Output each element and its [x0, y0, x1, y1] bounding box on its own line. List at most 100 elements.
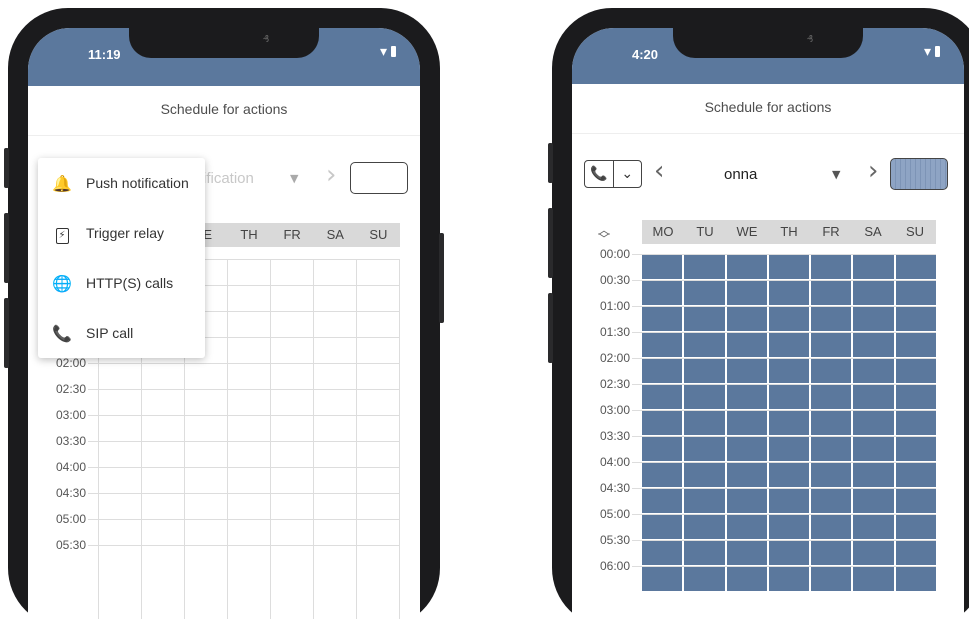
schedule-cell[interactable] [853, 385, 894, 409]
schedule-cell[interactable] [726, 333, 767, 357]
schedule-cell[interactable] [811, 307, 852, 331]
schedule-cell[interactable] [726, 359, 767, 383]
schedule-cell[interactable] [642, 463, 683, 487]
schedule-cell[interactable] [768, 437, 810, 461]
schedule-cell[interactable] [684, 541, 725, 565]
schedule-cell[interactable] [853, 281, 894, 305]
schedule-cell[interactable] [895, 359, 936, 383]
schedule-cell[interactable] [895, 385, 936, 409]
schedule-cell[interactable] [684, 411, 725, 435]
schedule-cell[interactable] [811, 437, 852, 461]
schedule-cell[interactable] [768, 411, 810, 435]
schedule-cell[interactable] [642, 541, 683, 565]
schedule-cell[interactable] [642, 567, 683, 591]
schedule-cell[interactable] [768, 541, 810, 565]
prev-chevron-icon[interactable]: ‹ [654, 156, 664, 186]
schedule-cell[interactable] [811, 281, 852, 305]
schedule-cell[interactable] [642, 489, 683, 513]
schedule-cell[interactable] [811, 541, 852, 565]
schedule-cell[interactable] [895, 411, 936, 435]
schedule-cell[interactable] [726, 515, 767, 539]
schedule-cell[interactable] [642, 359, 683, 383]
schedule-cell[interactable] [642, 281, 683, 305]
schedule-cell[interactable] [726, 463, 767, 487]
schedule-cell[interactable] [811, 359, 852, 383]
schedule-cell[interactable] [768, 385, 810, 409]
schedule-cell[interactable] [768, 281, 810, 305]
schedule-cell[interactable] [768, 463, 810, 487]
schedule-cell[interactable] [895, 515, 936, 539]
menu-item-trigger-relay[interactable]: ⚡ Trigger relay [38, 208, 205, 258]
schedule-cell[interactable] [768, 567, 810, 591]
schedule-cell[interactable] [684, 489, 725, 513]
schedule-cell[interactable] [726, 567, 767, 591]
schedule-cell[interactable] [853, 255, 894, 279]
schedule-cell[interactable] [811, 567, 852, 591]
schedule-cell[interactable] [811, 385, 852, 409]
schedule-cell[interactable] [768, 307, 810, 331]
schedule-cell[interactable] [895, 255, 936, 279]
menu-item-sip-call[interactable]: 📞 SIP call [38, 308, 205, 358]
schedule-cell[interactable] [684, 281, 725, 305]
config-select-text[interactable]: ification [203, 170, 254, 187]
schedule-cell[interactable] [726, 255, 767, 279]
schedule-cell[interactable] [684, 463, 725, 487]
config-select-text[interactable]: onna [724, 166, 757, 183]
schedule-cell[interactable] [726, 489, 767, 513]
schedule-cell[interactable] [684, 359, 725, 383]
schedule-cell[interactable] [768, 255, 810, 279]
schedule-cell[interactable] [768, 359, 810, 383]
schedule-cell[interactable] [684, 385, 725, 409]
schedule-cell[interactable] [726, 437, 767, 461]
schedule-cell[interactable] [895, 489, 936, 513]
schedule-cell[interactable] [811, 255, 852, 279]
schedule-cell[interactable] [853, 437, 894, 461]
schedule-cell[interactable] [684, 567, 725, 591]
schedule-cell[interactable] [853, 411, 894, 435]
action-type-button[interactable]: 📞 ⌄ [584, 160, 642, 188]
schedule-cell[interactable] [642, 307, 683, 331]
schedule-cell[interactable] [642, 515, 683, 539]
schedule-cell[interactable] [853, 359, 894, 383]
schedule-cell[interactable] [853, 333, 894, 357]
schedule-cell[interactable] [811, 489, 852, 513]
schedule-cell[interactable] [684, 255, 725, 279]
menu-item-http-calls[interactable]: 🌐 HTTP(S) calls [38, 258, 205, 308]
schedule-cell[interactable] [684, 515, 725, 539]
next-chevron-icon[interactable]: › [326, 160, 336, 190]
schedule-cell[interactable] [853, 463, 894, 487]
schedule-cell[interactable] [853, 489, 894, 513]
schedule-cell[interactable] [768, 515, 810, 539]
schedule-cell[interactable] [684, 437, 725, 461]
schedule-cell[interactable] [811, 515, 852, 539]
schedule-cell[interactable] [895, 463, 936, 487]
schedule-cell[interactable] [853, 567, 894, 591]
save-button[interactable] [890, 158, 948, 190]
schedule-cell[interactable] [895, 437, 936, 461]
next-chevron-icon[interactable]: › [868, 156, 878, 186]
schedule-cell[interactable] [853, 541, 894, 565]
schedule-cell[interactable] [726, 541, 767, 565]
schedule-cell[interactable] [642, 333, 683, 357]
schedule-cell[interactable] [726, 411, 767, 435]
schedule-cell[interactable] [684, 307, 725, 331]
sort-icon[interactable]: ︿ ﹀ [598, 224, 610, 245]
schedule-cell[interactable] [642, 437, 683, 461]
schedule-cell[interactable] [642, 411, 683, 435]
schedule-cell[interactable] [895, 281, 936, 305]
schedule-cell[interactable] [811, 411, 852, 435]
schedule-cell[interactable] [895, 307, 936, 331]
caret-down-icon[interactable]: ▼ [290, 172, 298, 185]
schedule-cell[interactable] [642, 255, 683, 279]
schedule-cell[interactable] [726, 385, 767, 409]
schedule-cell[interactable] [811, 463, 852, 487]
schedule-cell[interactable] [768, 489, 810, 513]
schedule-cell[interactable] [811, 333, 852, 357]
schedule-cell[interactable] [853, 307, 894, 331]
schedule-cell[interactable] [895, 541, 936, 565]
schedule-cell[interactable] [895, 567, 936, 591]
schedule-cell[interactable] [768, 333, 810, 357]
schedule-cell[interactable] [895, 333, 936, 357]
schedule-cell[interactable] [684, 333, 725, 357]
schedule-cell[interactable] [853, 515, 894, 539]
